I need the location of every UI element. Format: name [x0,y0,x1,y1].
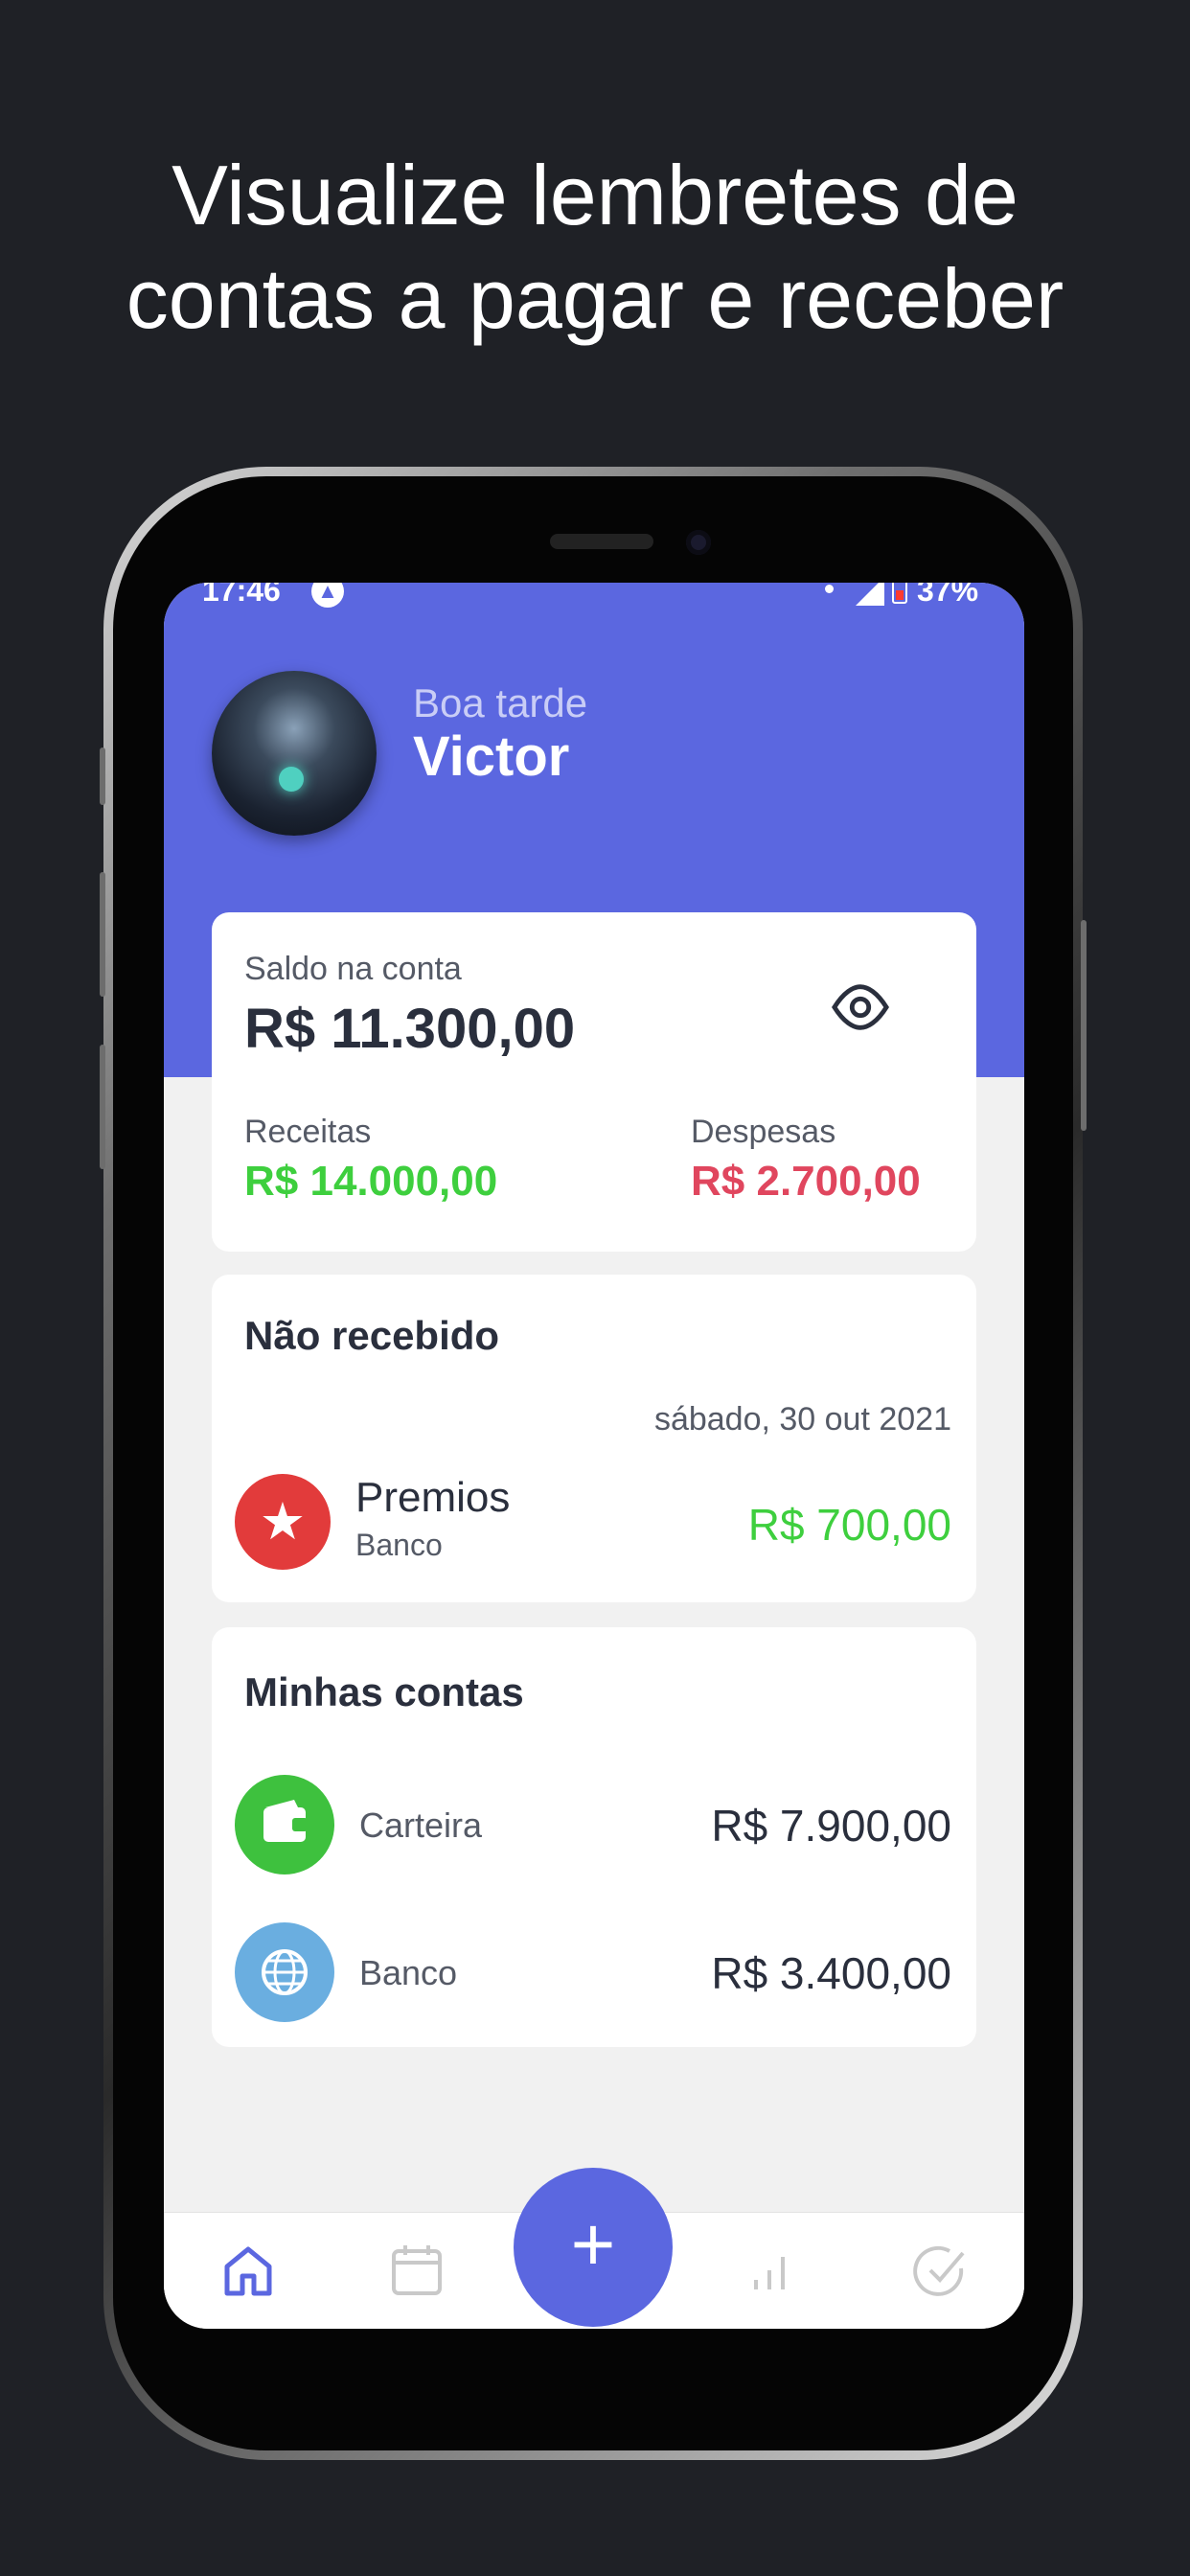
expense-label: Despesas [691,1114,836,1150]
pending-card: Não recebido sábado, 30 out 2021 ★ Premi… [212,1275,976,1602]
headline-line-1: Visualize lembretes de [172,148,1018,242]
app-screen: 17:46 ▲ 37% Boa tarde Victor Saldo na co… [164,583,1024,2329]
phone-button [100,1045,105,1169]
pending-item-title: Premios [355,1474,511,1521]
accounts-title: Minhas contas [244,1669,524,1714]
balance-card: Saldo na conta R$ 11.300,00 Receitas R$ … [212,912,976,1252]
phone-button [1081,920,1087,1131]
account-value: R$ 3.400,00 [711,1948,951,1998]
account-value: R$ 7.900,00 [711,1801,951,1851]
phone-speaker [550,534,653,549]
status-time: 17:46 [202,583,281,608]
eye-icon[interactable] [831,978,890,1037]
account-name: Carteira [359,1806,483,1845]
balance-label: Saldo na conta [244,951,462,987]
star-icon: ★ [235,1474,331,1570]
notification-icon: ▲ [311,583,344,608]
calendar-icon[interactable] [388,2242,446,2299]
headline: Visualize lembretes de contas a pagar e … [0,144,1190,351]
pending-title: Não recebido [244,1313,500,1358]
check-icon[interactable] [911,2242,969,2299]
pending-item-value: R$ 700,00 [747,1500,951,1550]
income-value: R$ 14.000,00 [244,1158,498,1205]
add-button[interactable]: + [514,2168,673,2327]
pending-item-account: Banco [355,1528,443,1562]
battery-icon [892,583,907,604]
headline-line-2: contas a pagar e receber [126,251,1064,346]
greeting: Boa tarde [413,680,588,725]
phone-button [100,748,105,805]
signal-icon [856,583,884,606]
wallet-icon [235,1775,334,1874]
balance-value: R$ 11.300,00 [244,998,576,1060]
pending-date: sábado, 30 out 2021 [653,1401,951,1438]
notification-dot-icon [825,585,834,593]
phone-camera [686,530,711,555]
chart-icon[interactable] [743,2242,800,2299]
accounts-card: Minhas contas Carteira R$ 7.900,00 Banco… [212,1627,976,2047]
avatar[interactable] [212,671,377,836]
phone-button [100,872,105,997]
status-bar: 17:46 ▲ 37% [164,583,1024,611]
account-name: Banco [359,1953,458,1992]
user-name: Victor [413,725,570,788]
globe-icon [235,1922,334,2022]
home-icon[interactable] [219,2242,277,2299]
expense-value: R$ 2.700,00 [691,1158,921,1205]
battery-percent: 37% [917,583,979,608]
income-label: Receitas [244,1114,372,1150]
